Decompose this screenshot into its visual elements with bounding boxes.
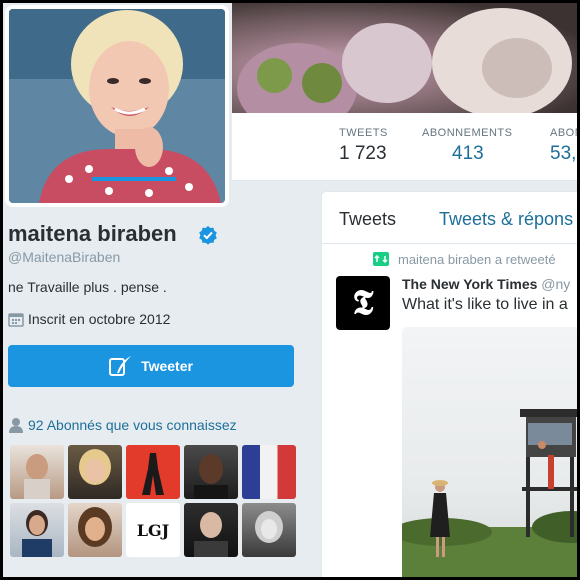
profile-handle[interactable]: @MaitenaBiraben: [8, 249, 120, 265]
nav-following[interactable]: ABONNEMENTS 413: [422, 127, 512, 165]
tweet-button[interactable]: Tweeter: [8, 345, 294, 387]
header-banner: [232, 3, 577, 113]
verified-badge-icon: [199, 226, 217, 245]
profile-name[interactable]: maitena biraben: [8, 221, 177, 247]
calendar-icon: [8, 313, 24, 327]
tab-tweets-replies[interactable]: Tweets & répons: [439, 209, 573, 230]
nav-tweets-label: TWEETS: [339, 127, 388, 139]
follower-avatar[interactable]: [68, 445, 122, 499]
tab-tweets[interactable]: Tweets: [339, 209, 396, 230]
nav-tweets[interactable]: TWEETS 1 723: [339, 127, 388, 165]
follower-avatar[interactable]: [242, 503, 296, 557]
follower-avatar-caption: LGJ: [136, 520, 170, 540]
timeline: Tweets Tweets & répons maitena biraben a…: [321, 191, 577, 577]
tweet-button-label: Tweeter: [141, 358, 193, 374]
nav-following-label: ABONNEMENTS: [422, 127, 513, 139]
profile-joined-text: Inscrit en octobre 2012: [28, 311, 171, 327]
follower-avatar[interactable]: [126, 445, 180, 499]
followers-you-know-label: 92 Abonnés que vous connaissez: [28, 417, 237, 433]
profile-page: TWEETS 1 723 ABONNEMENTS 413 ABON 53, ma…: [3, 3, 577, 577]
follower-avatar[interactable]: [184, 503, 238, 557]
user-icon: [9, 418, 23, 433]
tweet-author-handle: @ny: [541, 276, 571, 292]
follower-avatar[interactable]: [184, 445, 238, 499]
follower-avatar[interactable]: [68, 503, 122, 557]
timeline-tabs: Tweets Tweets & répons: [322, 192, 577, 244]
followers-you-know[interactable]: 92 Abonnés que vous connaissez: [8, 417, 237, 433]
retweet-context[interactable]: maitena biraben a retweeté: [398, 252, 556, 267]
profile-nav: TWEETS 1 723 ABONNEMENTS 413 ABON 53,: [232, 113, 577, 181]
nav-following-count: 413: [452, 143, 484, 164]
follower-avatar[interactable]: [10, 503, 64, 557]
follower-avatar[interactable]: LGJ: [126, 503, 180, 557]
nav-followers-label: ABON: [550, 127, 577, 139]
nav-active-indicator: [92, 177, 176, 181]
nav-tweets-count: 1 723: [339, 143, 387, 164]
tweet-text: What it's like to live in a: [402, 296, 568, 313]
nyt-logo[interactable]: 𝕿: [336, 276, 390, 330]
tweet-author[interactable]: The New York Times @ny: [402, 276, 570, 292]
follower-avatar[interactable]: [242, 445, 296, 499]
profile-bio: ne Travaille plus . pense .: [8, 279, 167, 295]
tweet-media[interactable]: [402, 327, 577, 577]
nav-followers[interactable]: ABON 53,: [550, 127, 577, 165]
followers-grid: LGJ: [10, 445, 300, 557]
nav-followers-count: 53,: [550, 143, 577, 164]
compose-quill-icon: [109, 356, 132, 376]
retweet-icon: [373, 252, 389, 266]
tweet-author-name: The New York Times: [402, 276, 538, 292]
follower-avatar[interactable]: [10, 445, 64, 499]
profile-joined: Inscrit en octobre 2012: [8, 311, 170, 327]
